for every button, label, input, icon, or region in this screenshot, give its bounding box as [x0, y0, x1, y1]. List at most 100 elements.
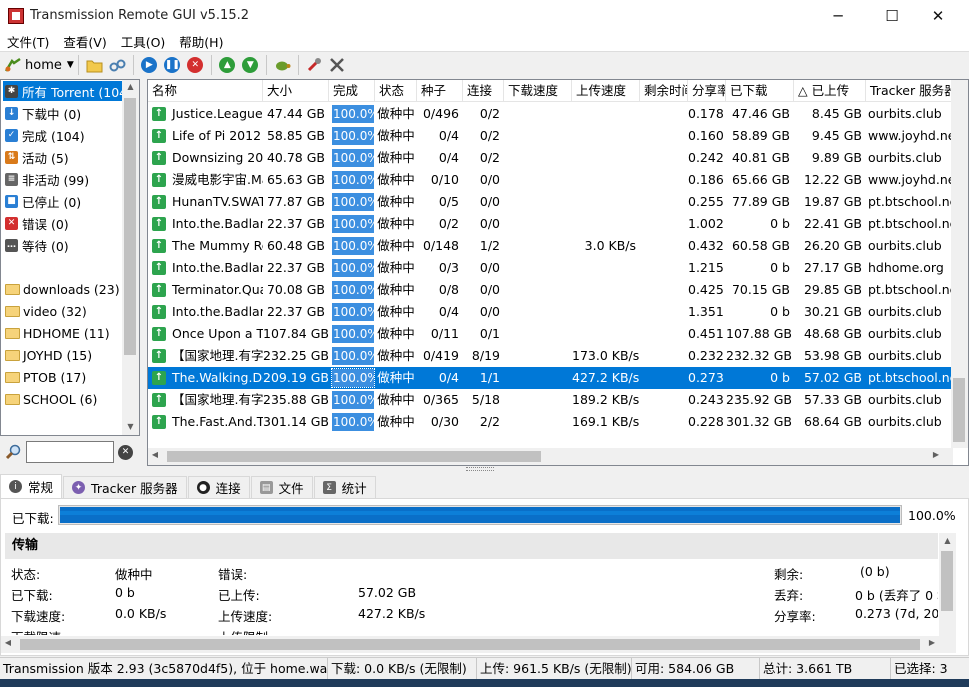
- search-input[interactable]: [26, 441, 114, 463]
- connection-dropdown[interactable]: home ▼: [4, 57, 74, 73]
- column-header[interactable]: △ 已上传: [794, 80, 866, 102]
- sidebar-item-folder[interactable]: SCHOOL (6): [3, 389, 124, 409]
- list-vscrollbar[interactable]: [951, 80, 968, 448]
- start-icon[interactable]: ▶: [140, 56, 159, 75]
- table-row[interactable]: ↑ The.Fast.And.The.Furious301.14 GB100.0%…: [148, 411, 953, 433]
- sidebar-item-label: JOYHD (15): [23, 347, 93, 363]
- menu-file[interactable]: 文件(T): [0, 32, 56, 51]
- add-link-icon[interactable]: [108, 56, 127, 75]
- scroll-right-arrow[interactable]: ▶: [930, 450, 942, 459]
- table-row[interactable]: ↑ 【国家地理.有字幕】232.25 GB100.0%做种中 0/419 8/19 17…: [148, 345, 953, 367]
- move-up-icon[interactable]: ▲: [218, 56, 237, 75]
- sidebar-item-folder[interactable]: video (32): [3, 301, 124, 321]
- tab-files[interactable]: ▤ 文件: [250, 476, 313, 498]
- column-header[interactable]: 状态: [375, 80, 417, 102]
- cell-size: 209.19 GB: [263, 370, 329, 385]
- sidebar-item-label: SCHOOL (6): [23, 391, 98, 407]
- column-header[interactable]: 已下载: [726, 80, 794, 102]
- column-header[interactable]: Tracker 服务器: [866, 80, 953, 102]
- scroll-down-arrow[interactable]: ▼: [122, 422, 139, 431]
- scroll-up-arrow[interactable]: ▲: [939, 536, 956, 545]
- turtle-mode-icon[interactable]: [273, 56, 292, 75]
- scroll-left-arrow[interactable]: ◀: [149, 450, 161, 459]
- tab-stats[interactable]: Σ 统计: [313, 476, 376, 498]
- column-header[interactable]: 完成: [329, 80, 375, 102]
- column-header[interactable]: 大小: [263, 80, 329, 102]
- sidebar-item-folder[interactable]: downloads (23): [3, 279, 124, 299]
- list-hscrollbar[interactable]: ◀ ▶: [148, 448, 953, 465]
- status-download[interactable]: 下载: 0.0 KB/s (无限制): [328, 658, 477, 680]
- options-icon[interactable]: [328, 56, 347, 75]
- sidebar-item-status[interactable]: ⇅ 活动 (5): [3, 147, 124, 167]
- splitter-handle[interactable]: [466, 467, 494, 471]
- general-vscrollbar[interactable]: ▲: [939, 533, 956, 637]
- seeding-icon: ↑: [152, 305, 166, 319]
- table-row[interactable]: ↑ The.Walking.Dead209.19 GB100.0%做种中 0/4 1/…: [148, 367, 953, 389]
- sidebar-item-status[interactable]: ↓ 下载中 (0): [3, 103, 124, 123]
- sidebar-item-status[interactable]: ≡ 非活动 (99): [3, 169, 124, 189]
- scroll-thumb[interactable]: [124, 98, 136, 355]
- torrent-properties-icon[interactable]: [305, 56, 324, 75]
- tab-peers[interactable]: ● 连接: [187, 476, 250, 498]
- table-row[interactable]: ↑ Into.the.Badlands22.37 GB 100.0%做种中 0/4 0/…: [148, 301, 953, 323]
- cell-seeds: 0/2: [438, 216, 459, 231]
- column-header[interactable]: 下载速度: [504, 80, 572, 102]
- scroll-thumb[interactable]: [20, 639, 920, 650]
- scroll-up-arrow[interactable]: ▲: [122, 82, 139, 91]
- maximize-button[interactable]: ☐: [869, 0, 915, 31]
- taskbar-strip: [0, 679, 969, 687]
- tab-trackers[interactable]: ✦ Tracker 服务器: [63, 476, 187, 498]
- cell-uploaded: 19.87 GB: [803, 194, 862, 209]
- minimize-button[interactable]: ─: [815, 0, 861, 31]
- column-header[interactable]: 上传速度: [572, 80, 640, 102]
- sidebar-item-status[interactable]: ✕ 错误 (0): [3, 213, 124, 233]
- table-row[interactable]: ↑ HunanTV.SWAT.77.87 GB 100.0%做种中 0/5 0/0 0.2…: [148, 191, 953, 213]
- menu-tools[interactable]: 工具(O): [114, 32, 173, 51]
- scroll-thumb[interactable]: [953, 378, 965, 442]
- sidebar-item-folder[interactable]: HDHOME (11): [3, 323, 124, 343]
- cell-status: 做种中: [377, 326, 415, 341]
- scroll-thumb[interactable]: [941, 551, 953, 611]
- table-row[interactable]: ↑ Into.the.Badlands22.37 GB 100.0%做种中 0/3 0/…: [148, 257, 953, 279]
- table-row[interactable]: ↑ Terminator.Quadrilogy70.08 GB 100.0%做种中 0…: [148, 279, 953, 301]
- open-folder-icon[interactable]: [85, 56, 104, 75]
- cell-seeds: 0/419: [422, 348, 459, 363]
- column-header[interactable]: 种子: [417, 80, 463, 102]
- torrent-name: Once Upon a Time: [172, 326, 263, 341]
- sidebar-item-status[interactable]: … 等待 (0): [3, 235, 124, 255]
- sidebar-item-folder[interactable]: JOYHD (15): [3, 345, 124, 365]
- column-header[interactable]: 名称: [148, 80, 263, 102]
- menu-help[interactable]: 帮助(H): [172, 32, 230, 51]
- table-row[interactable]: ↑ The Mummy Returns60.48 GB 100.0%做种中 0/148…: [148, 235, 953, 257]
- column-header[interactable]: 连接: [463, 80, 504, 102]
- sidebar-item-status[interactable]: ■ 已停止 (0): [3, 191, 124, 211]
- menu-view[interactable]: 查看(V): [56, 32, 113, 51]
- scroll-right-arrow[interactable]: ▶: [926, 638, 938, 647]
- table-row[interactable]: ↑ 【国家地理.有字幕】235.88 GB100.0%做种中 0/365 5/18 18…: [148, 389, 953, 411]
- general-hscrollbar[interactable]: ◀ ▶: [1, 636, 956, 653]
- sidebar-item-status[interactable]: ✱ 所有 Torrent (104): [3, 81, 124, 101]
- seeding-icon: ↑: [152, 327, 166, 341]
- cell-eta: [640, 103, 688, 125]
- tab-general[interactable]: i 常规: [0, 474, 63, 498]
- move-down-icon[interactable]: ▼: [241, 56, 260, 75]
- scroll-thumb[interactable]: [167, 451, 541, 462]
- scroll-left-arrow[interactable]: ◀: [2, 638, 14, 647]
- cell-peers: 0/0: [479, 304, 500, 319]
- clear-search-icon[interactable]: ✕: [118, 445, 133, 460]
- column-header[interactable]: 分享率: [688, 80, 726, 102]
- remove-icon[interactable]: ✕: [186, 56, 205, 75]
- status-upload[interactable]: 上传: 961.5 KB/s (无限制): [477, 658, 632, 680]
- table-row[interactable]: ↑ Into.the.Badlands22.37 GB 100.0%做种中 0/2 0/…: [148, 213, 953, 235]
- table-row[interactable]: ↑ 漫威电影宇宙.Marvel65.63 GB 100.0%做种中 0/10 0/0 0.…: [148, 169, 953, 191]
- table-row[interactable]: ↑Once Upon a Time107.84 GB100.0%做种中0/110…: [148, 323, 953, 345]
- sidebar-scrollbar[interactable]: ▲ ▼: [122, 80, 139, 435]
- table-row[interactable]: ↑ Justice.League.201747.44 GB 100.0%做种中 0/4…: [148, 103, 953, 125]
- close-button[interactable]: ✕: [915, 0, 961, 31]
- table-row[interactable]: ↑ Life of Pi 2012 2160p58.85 GB 100.0%做种中 0…: [148, 125, 953, 147]
- table-row[interactable]: ↑ Downsizing 201740.78 GB 100.0%做种中 0/4 0/2 0…: [148, 147, 953, 169]
- pause-icon[interactable]: ❚❚: [163, 56, 182, 75]
- sidebar-item-folder[interactable]: PTOB (17): [3, 367, 124, 387]
- column-header[interactable]: 剩余时间: [640, 80, 688, 102]
- sidebar-item-status[interactable]: ✓ 完成 (104): [3, 125, 124, 145]
